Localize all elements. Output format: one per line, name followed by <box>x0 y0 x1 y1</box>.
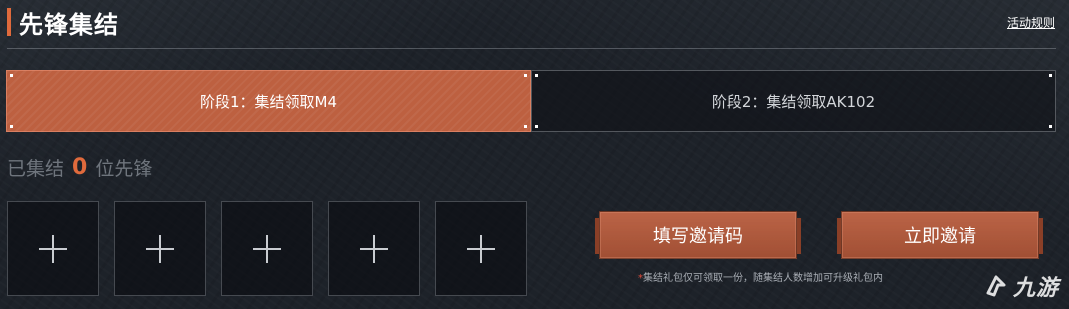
plus-icon <box>360 234 388 263</box>
nine-game-logo-icon <box>986 275 1006 297</box>
corner-marker <box>1049 125 1052 128</box>
fill-invite-code-label: 填写邀请码 <box>653 226 743 247</box>
plus-icon <box>467 234 495 263</box>
watermark-text: 九游 <box>1012 276 1059 301</box>
gathered-count-line: 已集结 0 位先锋 <box>7 154 152 180</box>
tab-stage-1[interactable]: 阶段1：集结领取M4 <box>6 70 531 132</box>
title-accent-bar <box>7 8 11 36</box>
activity-rules-link[interactable]: 活动规则 <box>1007 14 1055 31</box>
invite-slot-4[interactable] <box>328 201 420 296</box>
invite-slot-3[interactable] <box>221 201 313 296</box>
plus-icon <box>39 234 67 263</box>
corner-marker <box>535 125 538 128</box>
watermark: 九游 <box>983 271 1059 301</box>
note-text: 集结礼包仅可领取一份，随集结人数增加可升级礼包内 <box>643 273 883 284</box>
invite-slots <box>7 201 527 296</box>
gathered-prefix: 已集结 <box>7 157 65 180</box>
invite-slot-2[interactable] <box>114 201 206 296</box>
page-header: 先锋集结 <box>7 6 119 39</box>
stage-tabs: 阶段1：集结领取M4 阶段2：集结领取AK102 <box>6 70 1056 132</box>
invite-slot-1[interactable] <box>7 201 99 296</box>
corner-marker <box>10 125 13 128</box>
gathered-suffix: 位先锋 <box>95 157 153 180</box>
invite-now-label: 立即邀请 <box>904 226 976 247</box>
tab-stage-1-label: 阶段1：集结领取M4 <box>199 92 338 111</box>
header-divider <box>7 48 1056 49</box>
tab-stage-2[interactable]: 阶段2：集结领取AK102 <box>531 70 1056 132</box>
page-title: 先锋集结 <box>19 10 119 39</box>
corner-marker <box>1049 74 1052 77</box>
tab-stage-2-label: 阶段2：集结领取AK102 <box>711 92 876 111</box>
gathered-count: 0 <box>72 154 88 180</box>
plus-icon <box>253 234 281 263</box>
corner-marker <box>535 74 538 77</box>
corner-marker <box>10 74 13 77</box>
corner-marker <box>524 74 527 77</box>
invite-now-button[interactable]: 立即邀请 <box>837 211 1043 259</box>
invite-slot-5[interactable] <box>435 201 527 296</box>
reward-note: *集结礼包仅可领取一份，随集结人数增加可升级礼包内 <box>638 269 883 284</box>
fill-invite-code-button[interactable]: 填写邀请码 <box>595 211 801 259</box>
corner-marker <box>524 125 527 128</box>
plus-icon <box>146 234 174 263</box>
